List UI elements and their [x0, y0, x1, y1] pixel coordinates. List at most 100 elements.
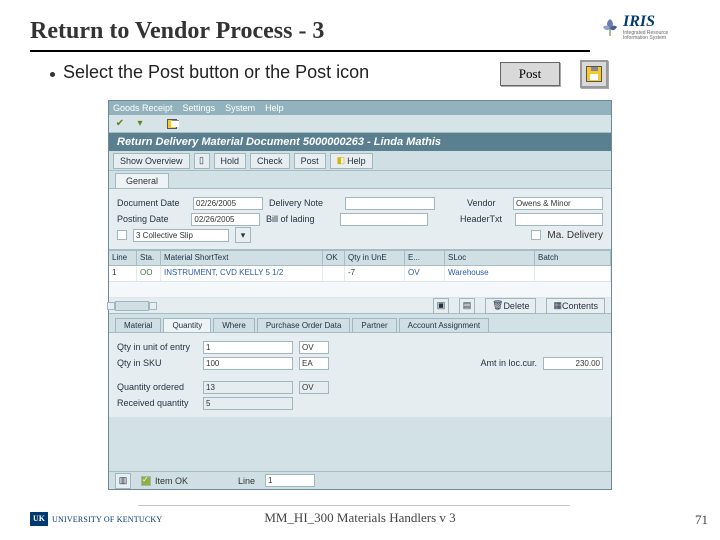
header-tabstrip: General: [109, 171, 611, 189]
bullet-text: Select the Post button or the Post icon: [63, 62, 369, 83]
col-ok: OK: [323, 251, 345, 265]
slip-dropdown-icon[interactable]: ▾: [235, 227, 251, 243]
post-date-field[interactable]: 02/26/2005: [191, 213, 260, 226]
header-txt-label: HeaderTxt: [460, 214, 509, 224]
slide-title-bar: Return to Vendor Process - 3: [30, 18, 324, 45]
bullet-icon: [50, 72, 55, 77]
floppy-icon: [586, 66, 602, 82]
hold-button[interactable]: Hold: [214, 153, 247, 169]
col-qty: Qty in UnE: [345, 251, 405, 265]
bill-lading-label: Bill of lading: [266, 214, 334, 224]
tab-quantity[interactable]: Quantity: [163, 318, 211, 332]
col-batch: Batch: [535, 251, 611, 265]
post-date-label: Posting Date: [117, 214, 185, 224]
iris-word: IRIS: [623, 13, 668, 31]
delete-button[interactable]: 🗑 Delete: [485, 298, 536, 314]
qty-recv-label: Received quantity: [117, 398, 197, 408]
qty-ord-field: 13: [203, 381, 293, 394]
check-button[interactable]: Check: [250, 153, 290, 169]
header-fields: Document Date 02/26/2005 Delivery Note V…: [109, 189, 611, 250]
iris-subtitle: Integrated ResourceInformation System: [623, 31, 668, 41]
cell-shorttext[interactable]: INSTRUMENT, CVD KELLY 5 1/2: [161, 266, 323, 281]
post-button-sample: Post: [500, 62, 560, 86]
menu-item[interactable]: Goods Receipt: [113, 103, 173, 113]
item-ok-checkbox[interactable]: [141, 476, 151, 486]
slide-number: 71: [695, 512, 708, 528]
tab-where[interactable]: Where: [213, 318, 255, 332]
qty-ord-label: Quantity ordered: [117, 382, 197, 392]
vendor-field: Owens & Minor: [513, 197, 603, 210]
qty-uoe-field[interactable]: 1: [203, 341, 293, 354]
line-field[interactable]: 1: [265, 474, 315, 487]
deliv-note-label: Delivery Note: [269, 198, 339, 208]
cell-batch: [535, 266, 611, 281]
dropdown-icon[interactable]: ▾: [133, 117, 147, 131]
qty-ord-unit: OV: [299, 381, 329, 394]
item-toolbar: ▣ ▤ 🗑 Delete ▦ Contents: [109, 298, 611, 314]
show-overview-button[interactable]: Show Overview: [113, 153, 190, 169]
expand-icon[interactable]: ▥: [115, 473, 131, 489]
qty-uoe-label: Qty in unit of entry: [117, 342, 197, 352]
post-label: Post: [519, 66, 541, 82]
cell-ok: [323, 266, 345, 281]
header-txt-field[interactable]: [515, 213, 603, 226]
qty-sku-field[interactable]: 100: [203, 357, 293, 370]
contents-icon: ▦: [553, 300, 562, 311]
print-checkbox[interactable]: [117, 230, 127, 240]
line-label: Line: [238, 476, 255, 486]
collective-slip-select[interactable]: 3 Collective Slip: [133, 229, 229, 242]
ma-delivery-label: Ma. Delivery: [547, 230, 603, 241]
contents-button[interactable]: ▦ Contents: [546, 298, 605, 314]
qty-uoe-unit: OV: [299, 341, 329, 354]
bill-lading-field[interactable]: [340, 213, 428, 226]
tool-icon[interactable]: ▤: [459, 298, 475, 314]
table-row[interactable]: 1 OO INSTRUMENT, CVD KELLY 5 1/2 -7 OV W…: [109, 266, 611, 282]
post-button[interactable]: Post: [294, 153, 326, 169]
toggle-tree-icon[interactable]: ▯: [194, 153, 210, 169]
tab-po-data[interactable]: Purchase Order Data: [257, 318, 351, 332]
cell-qty: -7: [345, 266, 405, 281]
sap-menubar: Goods Receipt Settings System Help: [109, 101, 611, 115]
tab-account[interactable]: Account Assignment: [399, 318, 489, 332]
qty-recv-field: 5: [203, 397, 293, 410]
tab-general[interactable]: General: [115, 173, 169, 188]
title-divider: [30, 50, 590, 52]
iris-flower-icon: [600, 17, 620, 37]
menu-item[interactable]: System: [225, 103, 255, 113]
menu-item[interactable]: Help: [265, 103, 284, 113]
slide-title: Return to Vendor Process - 3: [30, 18, 324, 44]
cell-line: 1: [109, 266, 137, 281]
table-row: [109, 282, 611, 298]
cell-e: OV: [405, 266, 445, 281]
save-floppy-icon[interactable]: [165, 117, 179, 131]
save-icon-sample: [580, 60, 608, 88]
tool-icon[interactable]: ▣: [433, 298, 449, 314]
col-line: Line: [109, 251, 137, 265]
col-sloc: SLoc: [445, 251, 535, 265]
doc-date-field[interactable]: 02/26/2005: [193, 197, 263, 210]
qty-sku-label: Qty in SKU: [117, 358, 197, 368]
footer-divider: [138, 505, 570, 506]
tab-partner[interactable]: Partner: [352, 318, 396, 332]
menu-item[interactable]: Settings: [183, 103, 216, 113]
amt-label: Amt in loc.cur.: [475, 358, 537, 368]
sap-window-title: Return Delivery Material Document 500000…: [117, 136, 441, 148]
footer-text: MM_HI_300 Materials Handlers v 3: [0, 510, 720, 526]
amt-field[interactable]: 230.00: [543, 357, 603, 370]
detail-body: Qty in unit of entry 1 OV Qty in SKU 100…: [109, 333, 611, 417]
trash-icon: 🗑: [492, 300, 503, 311]
cell-sloc: Warehouse: [445, 266, 535, 281]
help-button[interactable]: ◧Help: [330, 153, 373, 169]
tab-material[interactable]: Material: [115, 318, 161, 332]
sap-title-bar: Return Delivery Material Document 500000…: [109, 133, 611, 151]
cell-status: OO: [137, 266, 161, 281]
item-grid-header: Line Sta. Material ShortText OK Qty in U…: [109, 250, 611, 266]
sap-app-toolbar: Show Overview ▯ Hold Check Post ◧Help: [109, 151, 611, 171]
sap-window: Goods Receipt Settings System Help ✔ ▾ R…: [108, 100, 612, 490]
hscroll-icon[interactable]: [115, 301, 149, 311]
deliv-note-field[interactable]: [345, 197, 435, 210]
check-ok-icon[interactable]: ✔: [113, 117, 127, 131]
col-status: Sta.: [137, 251, 161, 265]
col-e: E...: [405, 251, 445, 265]
ma-delivery-checkbox[interactable]: [531, 230, 541, 240]
